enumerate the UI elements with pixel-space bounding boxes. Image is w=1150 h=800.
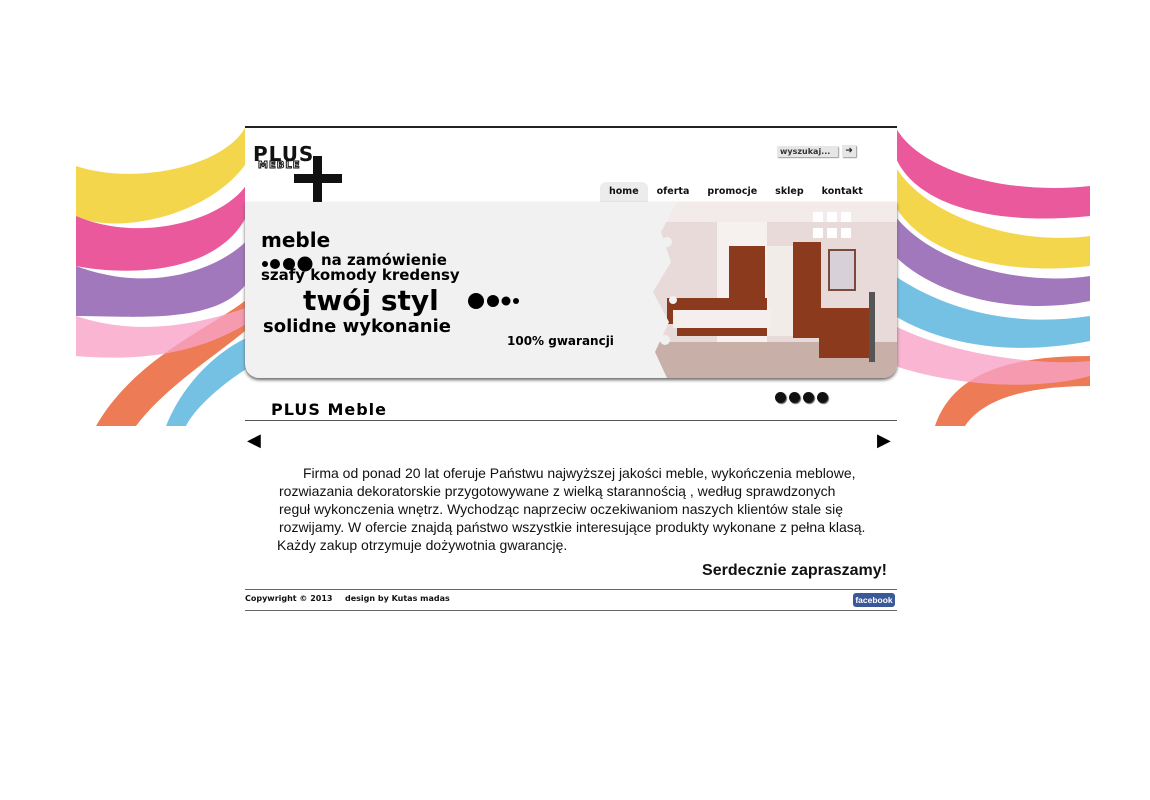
page-title: PLUS Meble: [271, 400, 387, 419]
next-arrow-icon[interactable]: ▶: [877, 430, 891, 451]
hero-banner: meble na zamówienie szafy komody kredens…: [245, 202, 897, 378]
logo[interactable]: PLUS MEBLE: [253, 140, 353, 202]
paragraph-line: reguł wykonczenia wnętrz. Wychodząc napr…: [279, 501, 844, 517]
banner-line-twoj-styl: twój styl: [303, 284, 439, 317]
nav-item-kontakt[interactable]: kontakt: [813, 182, 872, 204]
banner-text-block: meble na zamówienie szafy komody kredens…: [261, 224, 641, 374]
main-nav: home oferta promocje sklep kontakt: [600, 182, 896, 204]
search-button[interactable]: ➜: [842, 145, 856, 157]
decorative-swirl-left: [76, 126, 251, 426]
design-credit: design by Kutas madas: [345, 594, 450, 603]
search-box: ➜: [777, 145, 856, 157]
facebook-button[interactable]: facebook: [853, 593, 895, 607]
closing-text: Serdecznie zapraszamy!: [702, 562, 887, 579]
paragraph-line: rozwijamy. W ofercie znajdą państwo wszy…: [279, 519, 866, 535]
nav-item-sklep[interactable]: sklep: [766, 182, 812, 204]
header: PLUS MEBLE ➜ home oferta promocje sklep …: [245, 126, 897, 204]
prev-arrow-icon[interactable]: ◀: [247, 430, 261, 451]
decorative-swirl-right: [895, 126, 1090, 426]
paragraph-line: Firma od ponad 20 lat oferuje Państwu na…: [303, 465, 856, 481]
logo-sub-text: MEBLE: [258, 160, 301, 172]
nav-item-promocje[interactable]: promocje: [698, 182, 766, 204]
footer: Copywright © 2013 design by Kutas madas …: [245, 589, 897, 611]
search-input[interactable]: [777, 145, 838, 157]
logo-plus-horizontal: [294, 174, 342, 183]
about-paragraph: Firma od ponad 20 lat oferuje Państwu na…: [277, 464, 879, 554]
section-title-row: PLUS Meble: [245, 398, 897, 421]
nav-item-home[interactable]: home: [600, 182, 648, 204]
page-container: PLUS MEBLE ➜ home oferta promocje sklep …: [245, 126, 897, 616]
banner-dots-trailing-icon: [468, 293, 519, 309]
banner-line-solidne: solidne wykonanie: [263, 316, 451, 337]
copyright-text: Copywright © 2013: [245, 594, 333, 603]
banner-line-meble: meble: [261, 228, 331, 252]
nav-item-oferta[interactable]: oferta: [648, 182, 699, 204]
banner-line-gwarancji: 100% gwarancji: [507, 334, 614, 348]
bedroom-photo: [647, 202, 897, 378]
paragraph-line: Każdy zakup otrzymuje dożywotnia gwaranc…: [277, 537, 568, 553]
paragraph-line: rozwiazania dekoratorskie przygotowywane…: [279, 483, 836, 499]
banner-line-szafy: szafy komody kredensy: [261, 266, 460, 284]
